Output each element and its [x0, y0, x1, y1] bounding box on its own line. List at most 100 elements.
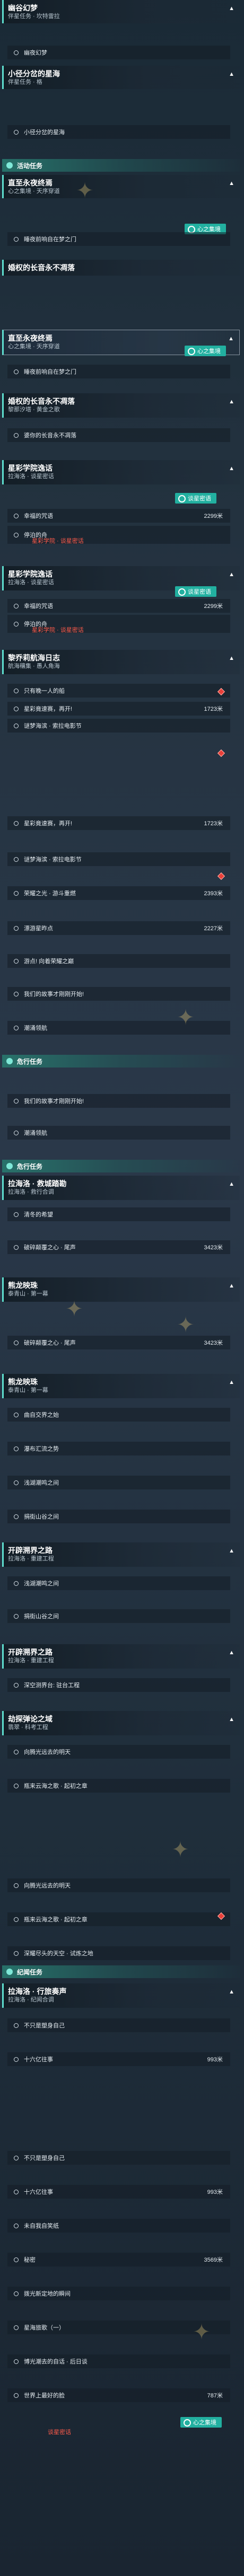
objective-row[interactable]: 星彩竟速赛，再开! 1723米	[7, 702, 230, 716]
objective-label: 浅湖潮鸣之间	[24, 1480, 59, 1486]
objective-row[interactable]: 谜梦海滨 · 索拉电影节	[7, 852, 230, 866]
quest-subtitle: 拉海洛 · 谈星密话	[8, 579, 54, 586]
quest-header[interactable]: 开辟溯界之路 拉海洛 · 重建工程 ▲	[2, 1644, 240, 1669]
objective-row[interactable]: 小径分岔的星海	[7, 125, 230, 139]
objective-bullet-icon	[14, 2223, 19, 2228]
objective-row[interactable]: 我们的故事才刚刚开始!	[7, 1094, 230, 1108]
quest-header[interactable]: 熊龙映珠 泰青山 · 第一幕 ▲	[2, 1277, 240, 1302]
objective-row[interactable]: 睡夜前响自在梦之门	[7, 365, 230, 378]
objective-row[interactable]: 睡夜前响自在梦之门	[7, 232, 230, 246]
objective-row[interactable]: 谜梦海滨 · 索拉电影节	[7, 719, 230, 733]
quest-subtitle: 拉海洛 · 重建工程	[8, 1657, 54, 1664]
objective-row[interactable]: 荣耀之光 · 游斗重燃 2393米	[7, 886, 230, 900]
quest-header[interactable]: 婚权的长音永不凋落	[2, 260, 240, 276]
quest-header[interactable]: 婚权的长音永不凋落 黎那汐塔 · 黄金之歌 ▲	[2, 393, 240, 418]
objective-label: 向腾光远去的明天	[24, 1883, 71, 1889]
objective-row[interactable]: 婆你的长音永不凋落	[7, 428, 230, 442]
objective-row[interactable]: 潮涌领航	[7, 1021, 230, 1035]
objective-row[interactable]: 瓶来云海之歌 · 起初之章	[7, 1779, 230, 1793]
quest-subtitle: 航海穰集 · 愚人角海	[8, 663, 60, 669]
category-danger[interactable]: 危行任务	[2, 1160, 240, 1172]
quest-subtitle: 拉海洛 · 谈星密话	[8, 473, 54, 480]
objective-row[interactable]: 瓶来云海之歌 · 起初之章	[7, 1912, 230, 1926]
objective-row[interactable]: 向腾光远去的明天	[7, 1878, 230, 1892]
objective-bullet-icon	[14, 1025, 19, 1030]
quest-title: 劫探弹论之域	[8, 1715, 53, 1723]
quest-subtitle: 泰青山 · 第一幕	[8, 1291, 48, 1297]
objective-row[interactable]: 曲自交界之始	[7, 1408, 230, 1422]
objective-row[interactable]: 不只是塑身自己	[7, 2151, 230, 2165]
objective-label: 未自我自笑纸	[24, 2223, 59, 2229]
category-danger[interactable]: 危行任务	[2, 1055, 240, 1068]
objective-bullet-icon	[14, 1098, 19, 1104]
quest-header[interactable]: 拉海洛 · 救城踏勘 拉海洛 · 救行合调 ▲	[2, 1176, 240, 1200]
objective-row[interactable]: 博光潮去的自话 · 后日谈	[7, 2354, 230, 2368]
objective-row[interactable]: 游点! 向着荣耀之巅	[7, 954, 230, 968]
objective-row[interactable]: 清冬的希望	[7, 1207, 230, 1221]
objective-bullet-icon	[14, 513, 19, 518]
objective-row[interactable]: 捐街山谷之间	[7, 1510, 230, 1523]
objective-row[interactable]: 破碎颠覆之心 · 尾声 3423米	[7, 1240, 230, 1254]
objective-row[interactable]: 漂游星昨点 2227米	[7, 921, 230, 935]
objective-bullet-icon	[14, 688, 19, 693]
chronicle-icon	[6, 1969, 13, 1975]
star-decoration-icon: ✦	[76, 179, 94, 202]
objective-row[interactable]: 十六亿往事 993米	[7, 2052, 230, 2066]
objective-row[interactable]: 不只是塑身自己	[7, 2018, 230, 2032]
objective-row[interactable]: 幽夜幻梦	[7, 46, 230, 59]
quest-subtitle: 拉海洛 · 救行合调	[8, 1189, 54, 1195]
quest-header[interactable]: 黎乔莉航海日志 航海穰集 · 愚人角海 ▲	[2, 650, 240, 674]
quest-header[interactable]: 劫探弹论之域 翡翠 · 科考工程 ▲	[2, 1711, 240, 1735]
quest-header[interactable]: 幽谷幻梦 伴星任务 · 坎特雷拉 ▲	[2, 0, 240, 23]
danger-icon	[6, 1058, 13, 1064]
objective-bullet-icon	[14, 1883, 19, 1888]
objective-row[interactable]: 只有晚一人的船	[7, 684, 230, 698]
star-decoration-icon: ✦	[177, 1006, 195, 1029]
quest-header[interactable]: 拉海洛 · 行旅奏声 拉海洛 · 纪闻合调 ▲	[2, 1983, 240, 2008]
quest-subtitle: 翡翠 · 科考工程	[8, 1724, 48, 1731]
objective-row[interactable]: 幸福的咒语 2299米	[7, 599, 230, 613]
quest-title: 熊龙映珠	[8, 1281, 38, 1290]
objective-row[interactable]: 未自我自笑纸	[7, 2219, 230, 2233]
objective-bullet-icon	[14, 603, 19, 608]
objective-row[interactable]: 捐街山谷之间	[7, 1609, 230, 1623]
objective-bullet-icon	[14, 2325, 19, 2330]
objective-row[interactable]: 破碎颠覆之心 · 尾声 3423米	[7, 1336, 230, 1349]
objective-row[interactable]: 我们的故事才刚刚开始!	[7, 987, 230, 1001]
quest-title: 婚权的长音永不凋落	[8, 263, 75, 272]
objective-row[interactable]: 幸福的咒语 2299米	[7, 509, 230, 523]
quest-header[interactable]: 开辟溯界之路 拉海洛 · 重建工程 ▲	[2, 1542, 240, 1567]
quest-subtitle: 泰青山 · 第一幕	[8, 1387, 48, 1393]
distance-value: 1723米	[204, 821, 223, 827]
quest-header[interactable]: 星彩学院逸话 拉海洛 · 谈星密话 ▲	[2, 460, 240, 484]
objective-row[interactable]: 拨光新定地的瞬间	[7, 2287, 230, 2300]
distance-value: 1723米	[204, 706, 223, 712]
category-chronicle[interactable]: 纪闻任务	[2, 1965, 240, 1978]
objective-row[interactable]: 潮涌领航	[7, 1126, 230, 1140]
objective-bullet-icon	[14, 1951, 19, 1956]
objective-row[interactable]: 深耀尽头的天空 · 试炼之地	[7, 1946, 230, 1960]
objective-row[interactable]: 深空测界台: 驻台工程	[7, 1678, 230, 1692]
quest-header[interactable]: 小径分岔的星海 伴星任务 · 格 ▲	[2, 66, 240, 89]
objective-row[interactable]: 浅湖潮鸣之间	[7, 1576, 230, 1590]
objective-row[interactable]: 向腾光远去的明天	[7, 1745, 230, 1759]
objective-row[interactable]: 十六亿往事 993米	[7, 2185, 230, 2199]
objective-bullet-icon	[14, 1412, 19, 1417]
objective-label: 睡夜前响自在梦之门	[24, 369, 76, 375]
quest-title: 星彩学院逸话	[8, 464, 53, 472]
objective-row[interactable]: 瀑布汇流之势	[7, 1442, 230, 1455]
objective-bullet-icon	[14, 1212, 19, 1217]
quest-title: 拉海洛 · 行旅奏声	[8, 1987, 67, 1996]
quest-subtitle: 拉海洛 · 重建工程	[8, 1556, 54, 1562]
quest-header[interactable]: 熊龙映珠 泰青山 · 第一幕 ▲	[2, 1374, 240, 1398]
region-badge: 谈星密语	[175, 586, 216, 597]
objective-row[interactable]: 浅湖潮鸣之间	[7, 1476, 230, 1489]
objective-row[interactable]: 星彩竟速赛，再开! 1723米	[7, 816, 230, 830]
chevron-up-icon: ▲	[229, 399, 234, 405]
category-activity[interactable]: 活动任务	[2, 159, 240, 172]
quest-header[interactable]: 直至永夜终焉 心之集境 · 天序穿道 ▲	[2, 175, 240, 198]
objective-row[interactable]: 世界上最好的脸 787米	[7, 2388, 230, 2402]
quest-subtitle: 心之集境 · 天序穿道	[8, 188, 60, 195]
objective-bullet-icon	[14, 857, 19, 862]
objective-row[interactable]: 秘密 3569米	[7, 2253, 230, 2266]
